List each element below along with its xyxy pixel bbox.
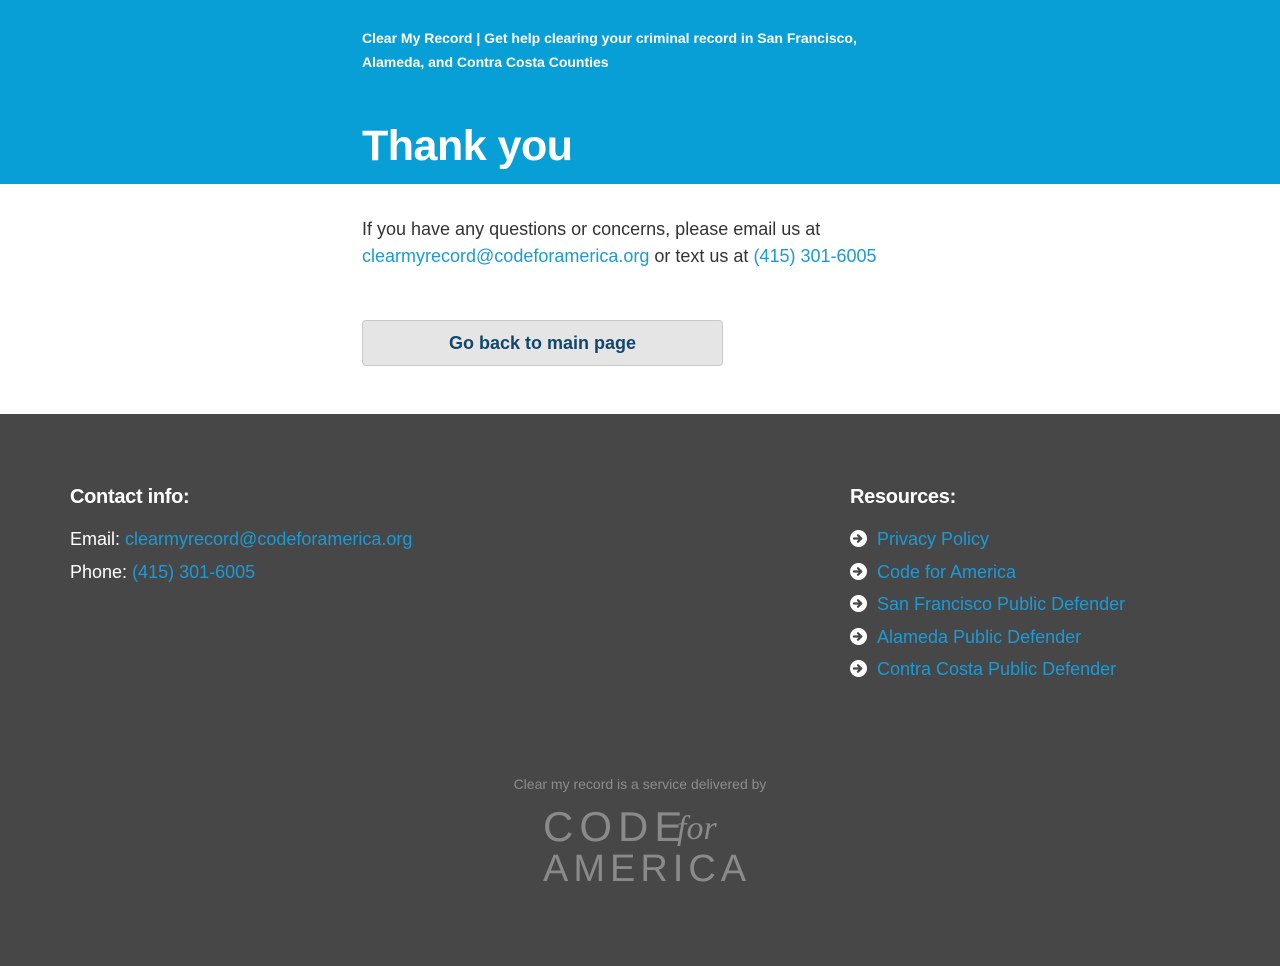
resource-link-alameda-public-defender[interactable]: Alameda Public Defender [877,625,1081,649]
resources-heading: Resources: [850,486,956,508]
go-back-button[interactable]: Go back to main page [362,320,723,366]
arrow-right-circle-icon [850,627,867,645]
resource-link-sf-public-defender[interactable]: San Francisco Public Defender [877,592,1125,616]
site-tagline: Clear My Record | Get help clearing your… [362,30,857,70]
arrow-right-circle-icon [850,530,867,547]
resource-link-privacy-policy[interactable]: Privacy Policy [877,527,989,551]
message-text-middle: or text us at [649,246,754,266]
footer-phone-link[interactable]: (415) 301-6005 [132,562,255,582]
footer-email-label: Email: [70,529,126,549]
arrow-right-circle-icon [850,562,867,580]
phone-link[interactable]: (415) 301-6005 [753,246,876,266]
resources-list: Privacy Policy Code for America San Fran… [850,527,1125,690]
service-credit-text: Clear my record is a service delivered b… [513,776,767,792]
site-footer: Contact info: Email: clearmyrecord@codef… [0,414,1280,966]
message-text-before: If you have any questions or concerns, p… [362,219,821,239]
footer-email-line: Email: clearmyrecord@codeforamerica.org [70,527,412,551]
email-link[interactable]: clearmyrecord@codeforamerica.org [362,246,649,266]
resource-item-sf-public-defender: San Francisco Public Defender [850,592,1125,625]
contact-message: If you have any questions or concerns, p… [362,216,922,270]
resource-item-privacy-policy: Privacy Policy [850,527,1125,560]
contact-heading: Contact info: [70,486,190,508]
arrow-right-circle-icon [850,660,867,677]
page-title: Thank you [362,122,573,170]
resource-item-alameda-public-defender: Alameda Public Defender [850,625,1125,658]
resource-item-code-for-america: Code for America [850,560,1125,593]
logo-text-america: AMERICA [543,848,752,890]
arrow-right-circle-icon [850,595,867,612]
resource-item-contra-costa-public-defender: Contra Costa Public Defender [850,657,1125,690]
logo-text-for: for [677,810,717,847]
footer-phone-line: Phone: (415) 301-6005 [70,560,255,584]
footer-phone-label: Phone: [70,562,133,582]
site-header: Clear My Record | Get help clearing your… [0,0,1280,184]
resource-link-code-for-america[interactable]: Code for America [877,560,1016,584]
resource-link-contra-costa-public-defender[interactable]: Contra Costa Public Defender [877,657,1116,681]
logo-text-code: CODE [543,803,689,850]
footer-email-link[interactable]: clearmyrecord@codeforamerica.org [125,529,412,549]
code-for-america-logo[interactable]: CODE for AMERICA [543,803,746,891]
